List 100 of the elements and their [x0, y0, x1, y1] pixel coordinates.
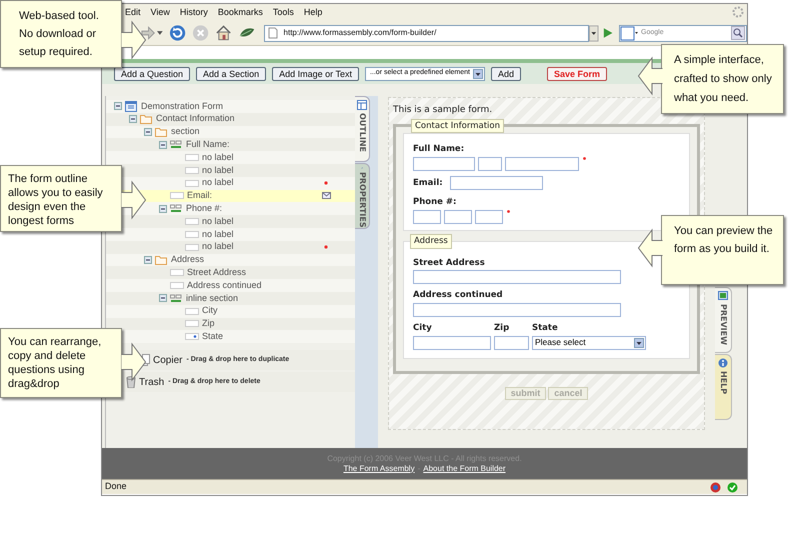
footer-link[interactable]: The Form Assembly [343, 464, 415, 474]
side-tab[interactable]: PREVIEW [715, 287, 732, 353]
throbber-icon [732, 6, 744, 18]
side-tab[interactable]: HELP [715, 354, 732, 420]
collapse-icon [114, 102, 122, 110]
outline-item[interactable]: Address continued [106, 279, 355, 292]
field-label: Email: [413, 176, 443, 190]
outline-item[interactable]: inline section [106, 292, 355, 305]
field-label: Zip [494, 322, 510, 335]
caret-icon [157, 31, 163, 35]
text-field-icon [185, 244, 199, 251]
side-tab[interactable]: OUTLINE [355, 96, 370, 162]
field-group-icon [170, 140, 182, 150]
toolbar-button[interactable]: Add [490, 66, 521, 80]
dropdown-icon [634, 338, 644, 348]
separator-text: - [418, 464, 420, 474]
collapse-icon [144, 256, 152, 264]
menu-item[interactable]: History [180, 6, 208, 20]
side-tab[interactable]: PROPERTIES [355, 163, 370, 229]
text-input[interactable] [478, 157, 502, 171]
outline-item[interactable]: section [106, 126, 355, 138]
field-label: Address continued [413, 289, 504, 302]
text-input[interactable] [413, 270, 621, 284]
menu-item[interactable]: Tools [272, 6, 294, 20]
menu-item[interactable]: View [150, 6, 170, 20]
callout-text: Web-based tool. No download or setup required. [0, 0, 122, 68]
outline-item[interactable]: Street Address [106, 266, 355, 280]
outline-item[interactable]: no label [106, 151, 355, 164]
check-icon [727, 482, 738, 492]
text-field-icon [185, 180, 199, 187]
text-input[interactable] [475, 210, 503, 224]
menu-item[interactable]: Bookmarks [218, 6, 263, 20]
outline-item[interactable]: Contact Information [106, 112, 355, 126]
page-icon [268, 27, 278, 39]
status-text: Done [105, 480, 127, 494]
field-label: City [413, 322, 433, 335]
callout-pointer [637, 56, 663, 96]
callout-pointer [637, 228, 663, 268]
search-icon [731, 26, 746, 40]
callout-pointer [121, 180, 147, 220]
url-field[interactable]: http://www.formassembly.com/form-builder/ [264, 24, 590, 42]
callout-pointer [121, 20, 147, 60]
globe-icon [710, 482, 721, 492]
panel-icon [357, 100, 367, 110]
dropdown-icon[interactable] [589, 24, 599, 42]
text-input[interactable] [505, 157, 579, 171]
collapse-icon [144, 128, 152, 136]
stop-icon[interactable] [192, 24, 210, 42]
text-field-icon [185, 154, 199, 162]
field-group-icon [170, 294, 182, 303]
text-field-icon [185, 218, 199, 226]
text-field-icon [170, 269, 184, 276]
text-field-icon [185, 320, 199, 328]
outline-item[interactable]: Address [106, 254, 355, 266]
dropdown-icon [472, 68, 483, 78]
toolbar-button[interactable]: Add Image or Text [272, 66, 359, 80]
callout-text: You can preview the form as you build it. [661, 215, 784, 285]
collapse-icon [159, 204, 167, 213]
text-input[interactable] [413, 157, 475, 171]
forward-arrow-icon[interactable] [140, 25, 156, 41]
collapse-icon [159, 140, 167, 149]
menu-item[interactable]: Help [304, 6, 322, 20]
form-intro: This is a sample form. [393, 104, 492, 117]
callout-text: A simple interface, crafted to show only what you need. [661, 44, 784, 114]
select-field-icon [185, 333, 199, 340]
outline-item[interactable]: no label [106, 240, 355, 254]
save-button[interactable]: Save Form [547, 66, 608, 80]
toolbar-button[interactable]: Add a Section [196, 66, 266, 80]
text-input[interactable] [413, 210, 441, 224]
text-field-icon [185, 230, 199, 238]
field-label: Phone #: [413, 196, 458, 209]
field-group-icon [170, 204, 182, 214]
text-input[interactable] [413, 336, 491, 350]
field-label: State [532, 322, 559, 335]
field-label: Street Address [413, 256, 486, 270]
menu-item[interactable]: Edit [125, 6, 141, 20]
text-input[interactable] [450, 176, 543, 190]
text-field-icon [170, 192, 184, 200]
text-input[interactable] [413, 303, 621, 317]
outline-item[interactable]: no label [106, 228, 355, 241]
fieldset-legend: Contact Information [411, 118, 504, 134]
text-input[interactable] [444, 210, 472, 224]
monitor-icon [718, 291, 728, 301]
fieldset-legend: Address [410, 234, 452, 248]
home-icon[interactable] [215, 24, 232, 42]
callout-text: The form outline allows you to easily design even the longest forms [0, 165, 122, 232]
text-field-icon [185, 308, 199, 315]
help-icon [718, 358, 728, 368]
text-field-icon [185, 166, 199, 174]
text-field-icon [170, 282, 184, 290]
text-input[interactable] [494, 336, 529, 350]
reload-icon[interactable] [168, 24, 186, 42]
collapse-icon [129, 115, 137, 124]
select-field[interactable]: Please select [532, 336, 646, 350]
outline-item[interactable]: City [106, 304, 355, 318]
footer-link[interactable]: About the Form Builder [423, 464, 506, 474]
outline-item[interactable]: Demonstration Form [106, 100, 355, 113]
toolbar-button[interactable]: Add a Question [114, 66, 190, 80]
outline-item[interactable]: Full Name: [106, 138, 355, 152]
outline-item[interactable]: Zip [106, 318, 355, 330]
